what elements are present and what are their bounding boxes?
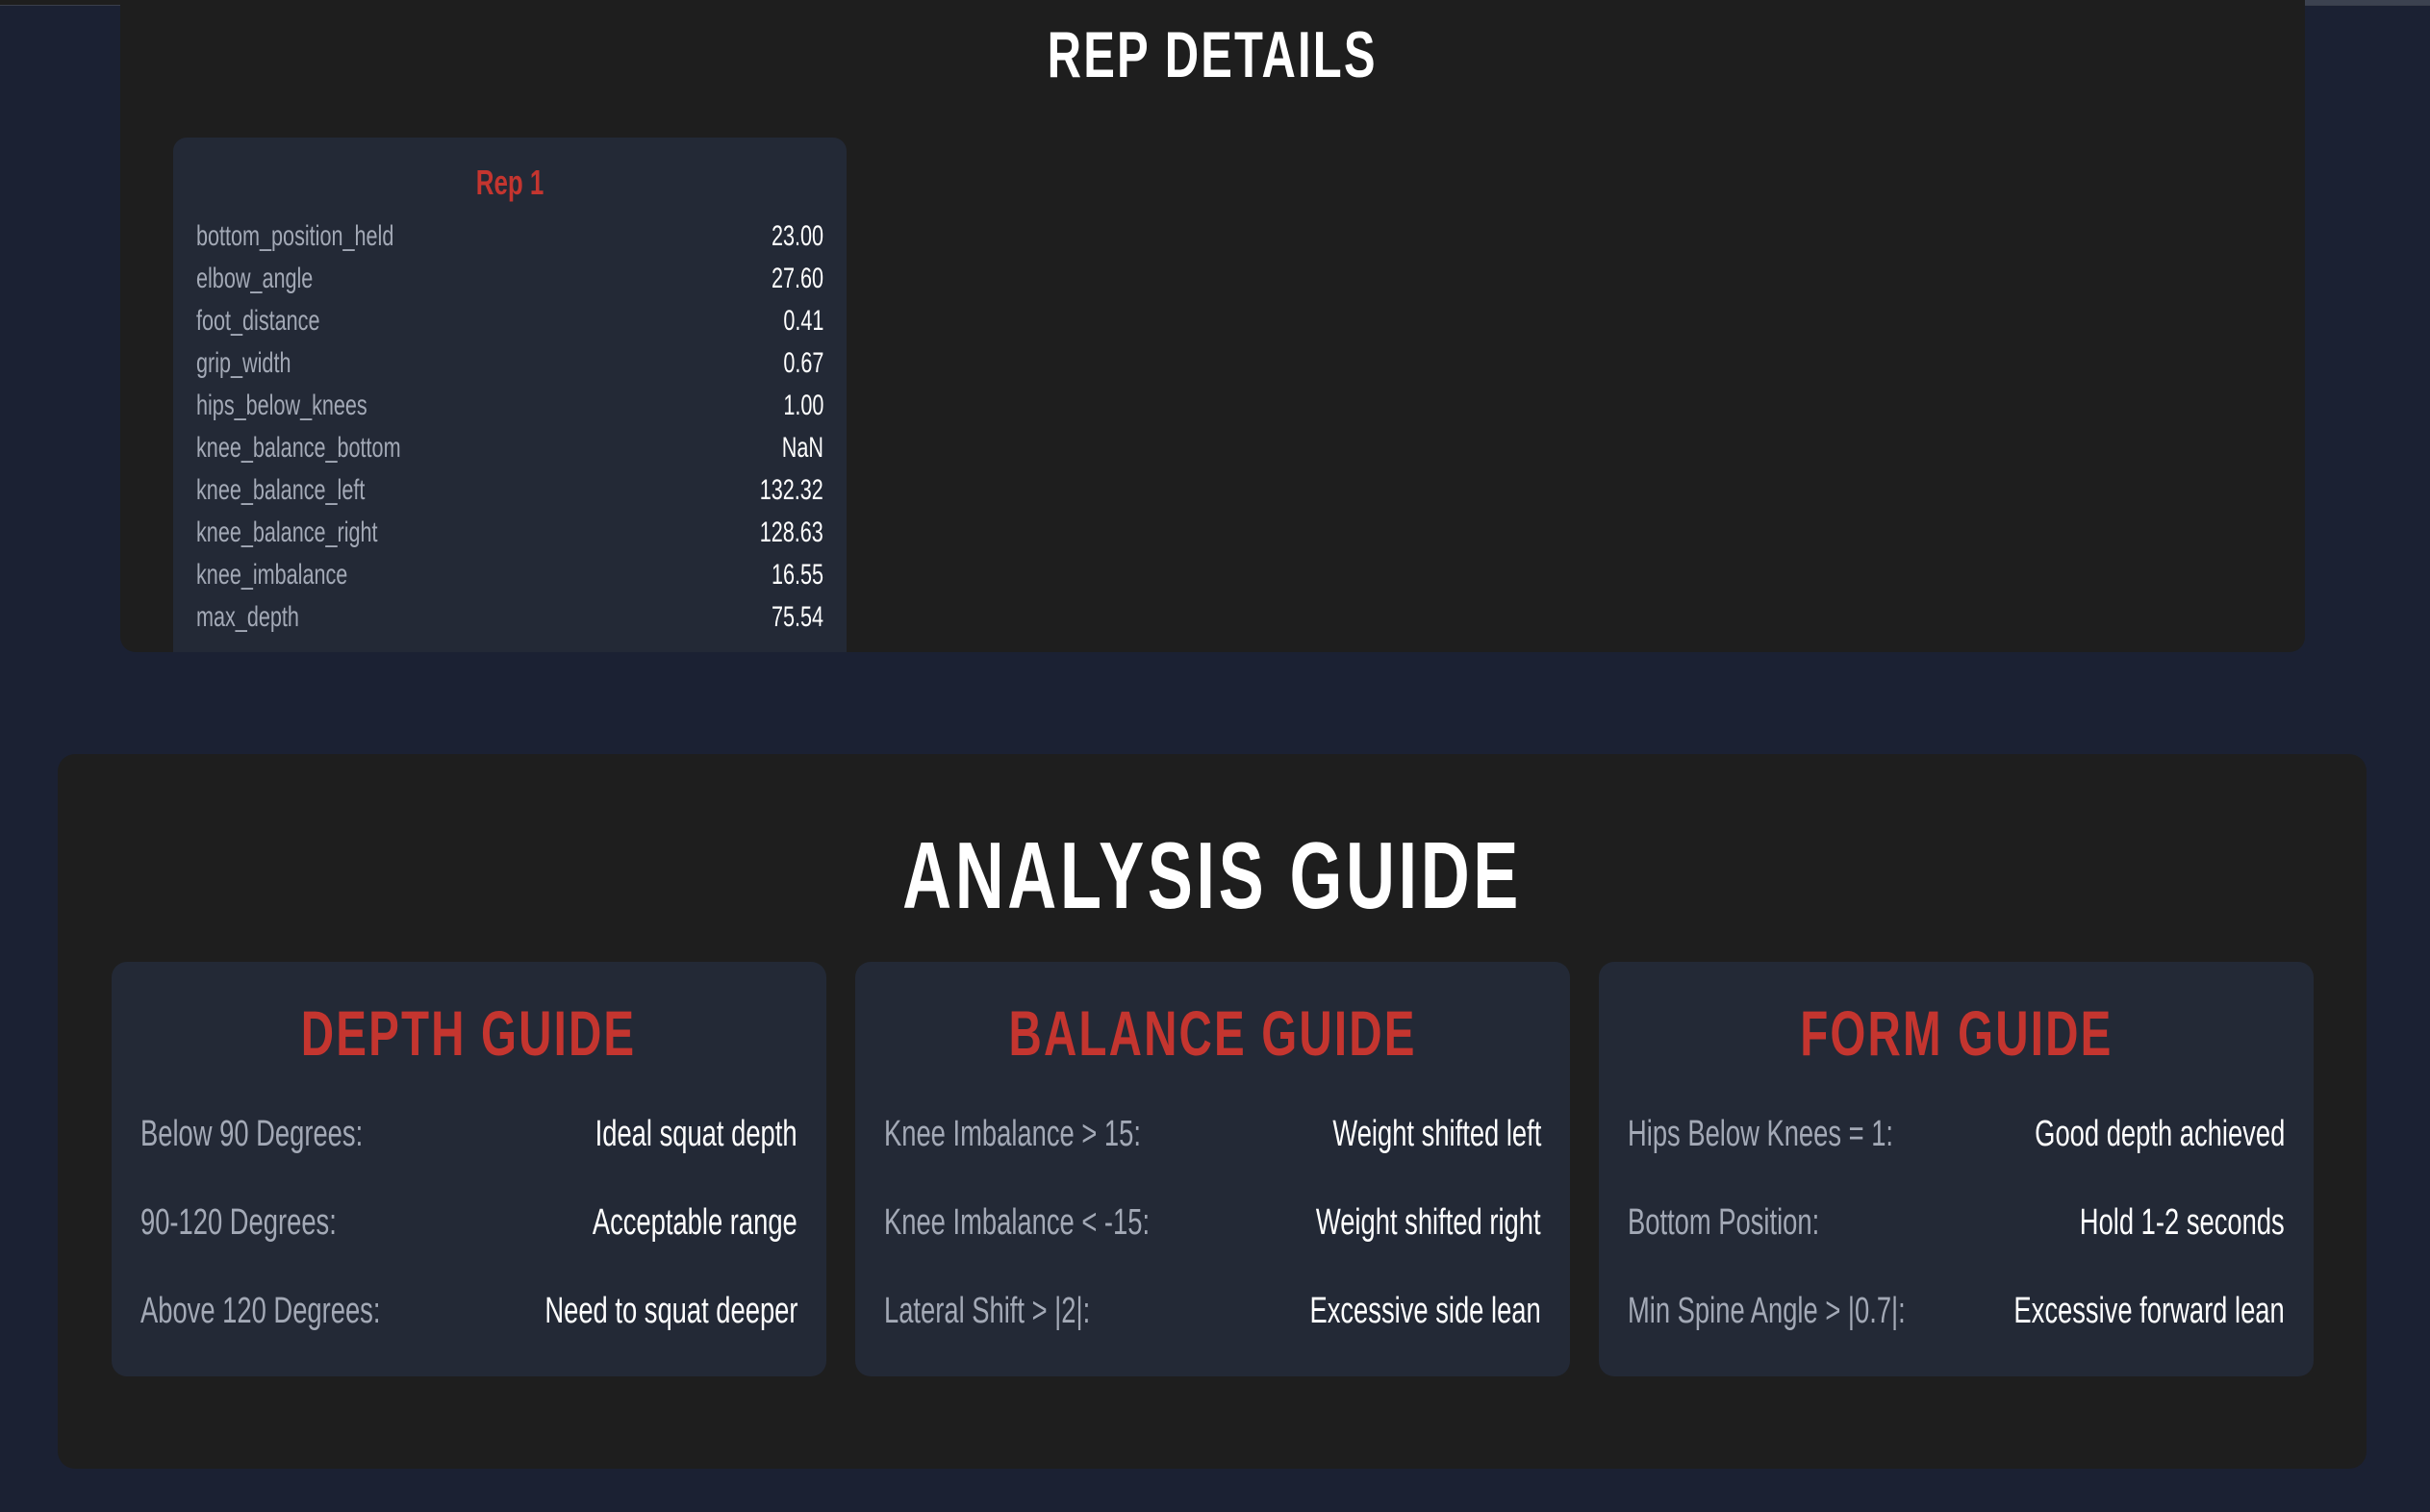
guide-value: Weight shifted right <box>1316 1202 1541 1243</box>
balance-guide-title: BALANCE GUIDE <box>855 996 1570 1070</box>
rep-card: Rep 1 bottom_position_held 23.00 elbow_a… <box>173 138 847 652</box>
guide-label: Below 90 Degrees: <box>140 1114 364 1154</box>
metric-name: knee_balance_bottom <box>196 432 401 464</box>
analysis-guide-title: ANALYSIS GUIDE <box>58 821 2367 930</box>
guide-value: Acceptable range <box>593 1202 797 1243</box>
metric-name: knee_imbalance <box>196 559 348 591</box>
guide-row: Knee Imbalance < -15: Weight shifted rig… <box>884 1202 1541 1250</box>
metric-name: elbow_angle <box>196 263 314 294</box>
rep-details-title: REP DETAILS <box>120 17 2305 92</box>
metric-row: knee_balance_left 132.32 <box>196 474 823 513</box>
guide-row: Hips Below Knees = 1: Good depth achieve… <box>1628 1114 2285 1162</box>
form-guide-title: FORM GUIDE <box>1599 996 2314 1070</box>
analysis-guide-title-text: ANALYSIS GUIDE <box>902 822 1522 928</box>
metric-value: 27.60 <box>771 263 823 294</box>
metric-value: 0.41 <box>782 305 823 337</box>
analysis-guide-panel: ANALYSIS GUIDE DEPTH GUIDE Below 90 Degr… <box>58 754 2367 1469</box>
metric-value: 23.00 <box>771 220 823 252</box>
guide-value: Weight shifted left <box>1332 1114 1541 1154</box>
depth-guide-card: DEPTH GUIDE Below 90 Degrees: Ideal squa… <box>112 962 826 1376</box>
balance-guide-card: BALANCE GUIDE Knee Imbalance > 15: Weigh… <box>855 962 1570 1376</box>
guide-value: Need to squat deeper <box>544 1291 797 1331</box>
form-guide-title-text: FORM GUIDE <box>1799 997 2114 1069</box>
guide-label: Hips Below Knees = 1: <box>1628 1114 1894 1154</box>
metric-name: foot_distance <box>196 305 320 337</box>
guide-row: Knee Imbalance > 15: Weight shifted left <box>884 1114 1541 1162</box>
guide-label: Min Spine Angle > |0.7|: <box>1628 1291 1906 1331</box>
metric-row: knee_balance_right 128.63 <box>196 517 823 555</box>
balance-guide-title-text: BALANCE GUIDE <box>1008 997 1417 1069</box>
guide-value: Excessive forward lean <box>2013 1291 2285 1331</box>
metric-name: grip_width <box>196 347 291 379</box>
guide-value: Hold 1-2 seconds <box>2080 1202 2285 1243</box>
metric-value: NaN <box>781 432 823 464</box>
metric-value: 16.55 <box>771 559 823 591</box>
rep-card-title-text: Rep 1 <box>475 163 544 202</box>
guide-row: Min Spine Angle > |0.7|: Excessive forwa… <box>1628 1291 2285 1339</box>
guide-label: Knee Imbalance < -15: <box>884 1202 1151 1243</box>
metric-row: elbow_angle 27.60 <box>196 263 823 301</box>
guide-row: Above 120 Degrees: Need to squat deeper <box>140 1291 797 1339</box>
guide-row: 90-120 Degrees: Acceptable range <box>140 1202 797 1250</box>
rep-card-title: Rep 1 <box>173 163 847 203</box>
guide-label: Bottom Position: <box>1628 1202 1820 1243</box>
guide-value: Good depth achieved <box>2034 1114 2285 1154</box>
metric-row: hips_below_knees 1.00 <box>196 390 823 428</box>
metric-value: 75.54 <box>771 601 823 633</box>
depth-guide-title-text: DEPTH GUIDE <box>301 997 637 1069</box>
rep-details-title-text: REP DETAILS <box>1048 18 1378 91</box>
metric-row: grip_width 0.67 <box>196 347 823 386</box>
metric-name: knee_balance_right <box>196 517 378 548</box>
rep-details-panel: REP DETAILS Rep 1 bottom_position_held 2… <box>120 0 2305 652</box>
metric-value: 132.32 <box>759 474 823 506</box>
form-guide-card: FORM GUIDE Hips Below Knees = 1: Good de… <box>1599 962 2314 1376</box>
metric-name: bottom_position_held <box>196 220 394 252</box>
guide-row: Lateral Shift > |2|: Excessive side lean <box>884 1291 1541 1339</box>
guide-label: Above 120 Degrees: <box>140 1291 381 1331</box>
guide-row: Bottom Position: Hold 1-2 seconds <box>1628 1202 2285 1250</box>
metric-row: max_depth 75.54 <box>196 601 823 640</box>
metric-value: 0.67 <box>782 347 823 379</box>
metric-value: 1.00 <box>782 390 823 421</box>
metric-row: foot_distance 0.41 <box>196 305 823 343</box>
metric-row: bottom_position_held 23.00 <box>196 220 823 259</box>
guide-label: 90-120 Degrees: <box>140 1202 337 1243</box>
guide-row: Below 90 Degrees: Ideal squat depth <box>140 1114 797 1162</box>
depth-guide-title: DEPTH GUIDE <box>112 996 826 1070</box>
metric-row: knee_imbalance 16.55 <box>196 559 823 597</box>
metric-row: knee_balance_bottom NaN <box>196 432 823 470</box>
metric-name: knee_balance_left <box>196 474 366 506</box>
metric-name: max_depth <box>196 601 299 633</box>
guide-value: Ideal squat depth <box>595 1114 797 1154</box>
metric-name: hips_below_knees <box>196 390 367 421</box>
guide-label: Lateral Shift > |2|: <box>884 1291 1091 1331</box>
metric-value: 128.63 <box>759 517 823 548</box>
guide-label: Knee Imbalance > 15: <box>884 1114 1141 1154</box>
guide-value: Excessive side lean <box>1309 1291 1541 1331</box>
